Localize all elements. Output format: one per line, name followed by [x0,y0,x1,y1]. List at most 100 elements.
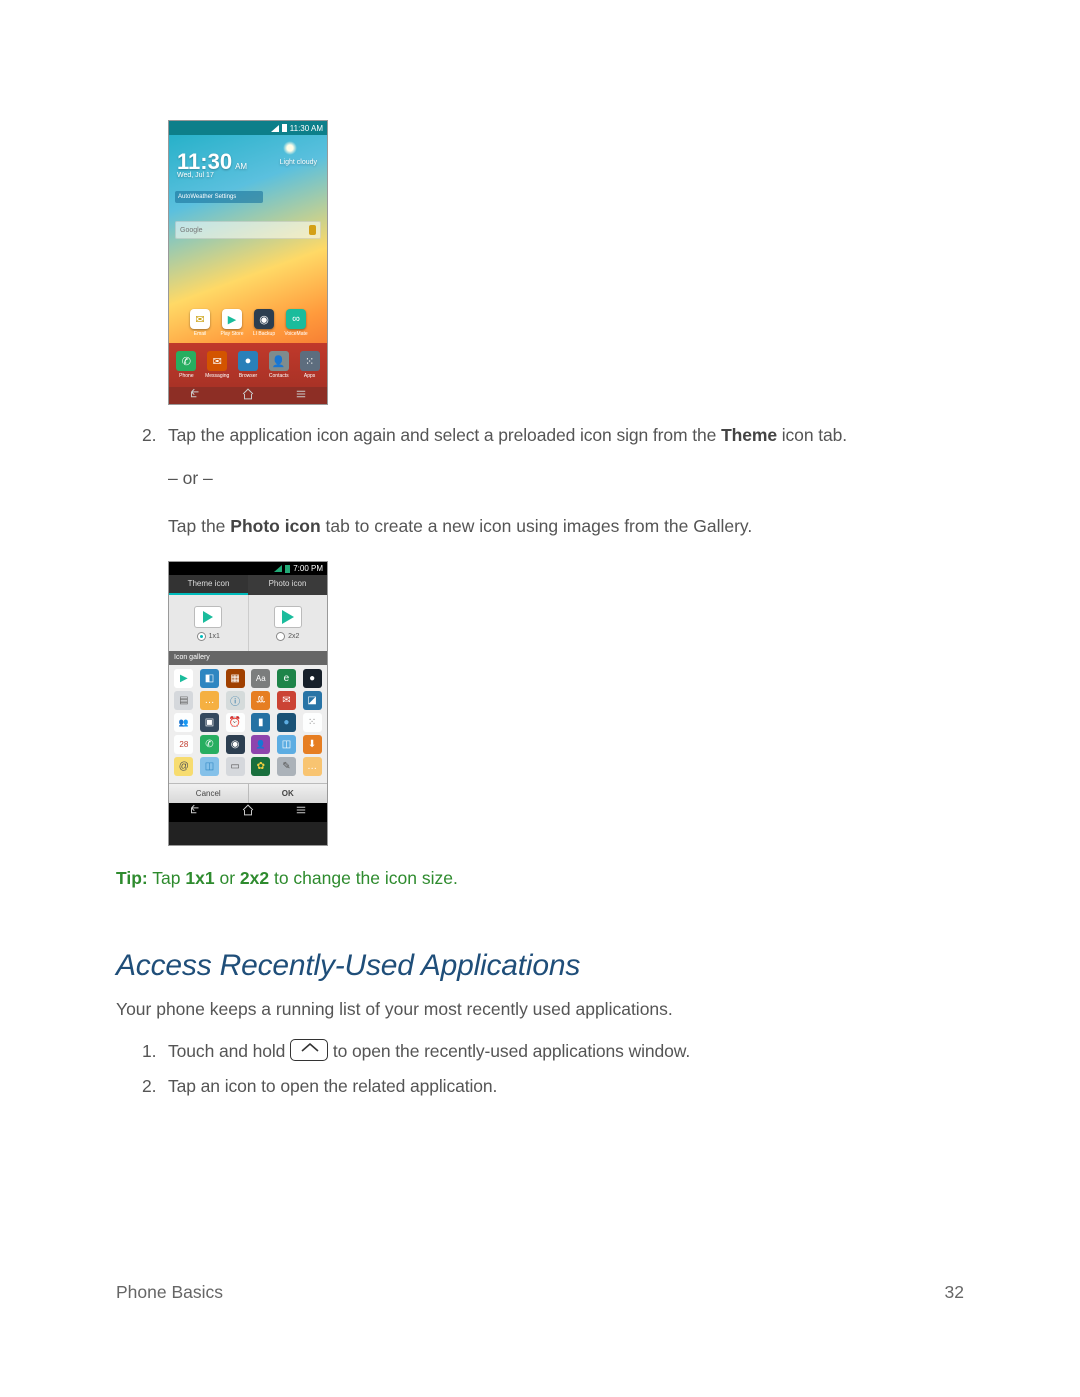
menu-icon [294,387,308,405]
section-step-2: 2. Tap an icon to open the related appli… [142,1074,964,1099]
statusbar: 11:30 AM [169,121,327,135]
gallery-icon: Aa [251,669,270,688]
radio-2x2 [276,632,285,641]
gallery-icon: ▤ [174,691,193,710]
gallery-icon: e [277,669,296,688]
nav-bar [169,387,327,405]
gallery-icon: ⏰ [226,713,245,732]
section-step-1: 1. Touch and hold to open the recently-u… [142,1039,964,1064]
mic-icon [309,225,316,235]
search-bar: Google [175,221,321,239]
statusbar-time: 11:30 AM [290,124,323,133]
home-icon [241,387,255,405]
home-icon-voicemate: ∞VoiceMate [284,309,308,337]
clock-ampm: AM [235,162,247,171]
home-wallpaper: 11:30AM Wed, Jul 17 Light cloudy AutoWea… [169,135,327,387]
signal-icon [271,125,279,132]
gallery-icon: ✿ [251,757,270,776]
footer-section: Phone Basics [116,1282,223,1303]
or-separator: – or – [168,466,964,491]
sun-icon [283,141,297,155]
gallery-icon: ▦ [226,669,245,688]
figure-home-screen: 11:30 AM 11:30AM Wed, Jul 17 Light cloud… [168,120,328,405]
icon-grid: ▶◧▦Aae●▤…ⓘꔛ✉◪👥▣⏰▮●⁙28✆◉👤◫⬇@◫▭✿✎… [169,665,327,783]
dock-icon-browser: ●Browser [235,351,261,379]
option-1x1: 1x1 [169,595,249,651]
gallery-icon: ● [303,669,322,688]
option-2x2: 2x2 [249,595,328,651]
home-icon-play-store: ▶Play Store [220,309,244,337]
menu-icon [294,803,308,822]
gallery-icon: ◫ [277,735,296,754]
home-icon-row: ✉Email ▶Play Store ◉LI Backup ∞VoiceMate [169,309,327,337]
ok-button: OK [249,784,328,803]
dock-icon-messaging: ✉Messaging [204,351,230,379]
dialog-buttons: Cancel OK [169,783,327,803]
document-page: 11:30 AM 11:30AM Wed, Jul 17 Light cloud… [0,0,1080,1397]
preview-2x2 [274,606,302,628]
section-steps: 1. Touch and hold to open the recently-u… [116,1039,964,1100]
gallery-icon: ⁙ [303,713,322,732]
icon-grid-row: 28✆◉👤◫⬇ [171,735,325,754]
section-heading: Access Recently-Used Applications [116,949,964,983]
clock-time: 11:30 [177,149,232,174]
weather-label: Light cloudy [280,159,317,166]
home-button-icon [290,1039,328,1061]
gallery-icon: ▮ [251,713,270,732]
gallery-icon: @ [174,757,193,776]
home-icon-email: ✉Email [188,309,212,337]
tip-line: Tip: Tap 1x1 or 2x2 to change the icon s… [116,868,964,889]
gallery-icon: ✎ [277,757,296,776]
icon-tabs: Theme icon Photo icon [169,575,327,595]
battery-icon [282,124,287,132]
gallery-icon: ◪ [303,691,322,710]
back-icon [188,803,202,822]
step-2: 2. Tap the application icon again and se… [142,423,964,448]
icon-grid-row: ▶ ◧ ▦ Aae ● [171,669,325,688]
step-2-block: 11:30 AM 11:30AM Wed, Jul 17 Light cloud… [116,120,964,846]
gallery-icon: ⓘ [226,691,245,710]
icon-grid-row: @ ◫ ▭ ✿ ✎ … [171,757,325,776]
gallery-icon: ◫ [200,757,219,776]
search-placeholder: Google [180,227,203,234]
home-icon-li-backup: ◉LI Backup [252,309,276,337]
gallery-icon: … [303,757,322,776]
gallery-icon: … [200,691,219,710]
cancel-button: Cancel [169,784,249,803]
gallery-icon: 28 [174,735,193,754]
gallery-icon: ▣ [200,713,219,732]
clock-date: Wed, Jul 17 [177,172,247,179]
icon-grid-row: ▤…ⓘꔛ✉◪ [171,691,325,710]
gallery-icon: ꔛ [251,691,270,710]
tab-theme-icon: Theme icon [169,575,248,595]
home-icon [241,803,255,822]
battery-icon [285,565,290,573]
icon-gallery-label: Icon gallery [169,651,327,665]
figure-icon-gallery: 7:00 PM Theme icon Photo icon 1x1 2x2 Ic… [168,561,328,846]
page-footer: Phone Basics 32 [116,1282,964,1303]
gallery-icon: ● [277,713,296,732]
gallery-icon: ▶ [174,669,193,688]
footer-page-number: 32 [945,1282,964,1303]
icon-grid-row: 👥▣⏰▮●⁙ [171,713,325,732]
back-icon [188,387,202,405]
dock-icon-contacts: 👤Contacts [266,351,292,379]
step-2-alt: Tap the Photo icon tab to create a new i… [168,514,964,539]
step-2-text: Tap the application icon again and selec… [168,423,964,448]
statusbar-time: 7:00 PM [293,564,323,573]
nav-bar [169,803,327,822]
step-number: 2. [142,423,168,448]
size-options: 1x1 2x2 [169,595,327,651]
dock-icon-phone: ✆Phone [173,351,199,379]
weather-widget-bar: AutoWeather Settings [175,191,263,203]
gallery-icon: 👤 [251,735,270,754]
gallery-icon: ◧ [200,669,219,688]
gallery-icon: ▭ [226,757,245,776]
statusbar: 7:00 PM [169,562,327,575]
clock-widget: 11:30AM Wed, Jul 17 [177,149,247,179]
gallery-icon: ⬇ [303,735,322,754]
tab-photo-icon: Photo icon [248,575,327,595]
section-intro: Your phone keeps a running list of your … [116,997,964,1022]
signal-icon [274,565,282,572]
preview-1x1 [194,606,222,628]
